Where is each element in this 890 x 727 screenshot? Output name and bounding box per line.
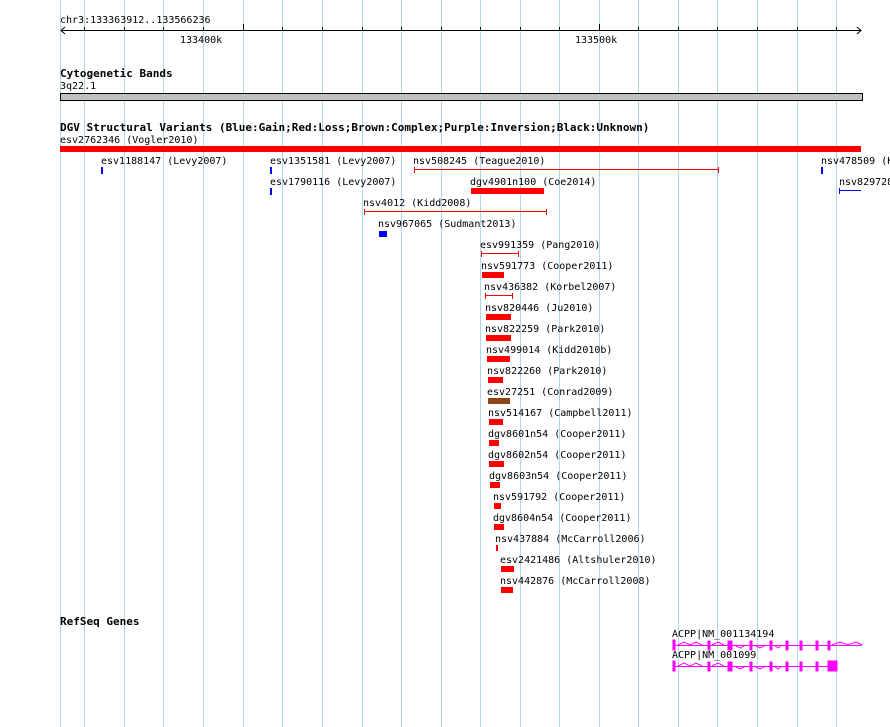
variant-label: nsv822260 (Park2010) xyxy=(487,366,608,377)
variant-feature[interactable] xyxy=(482,272,504,278)
dgv-track-title: DGV Structural Variants (Blue:Gain;Red:L… xyxy=(60,121,650,134)
variant-label: nsv591773 (Cooper2011) xyxy=(481,261,614,272)
variant-label: esv2421486 (Altshuler2010) xyxy=(500,555,657,566)
variant-label: nsv820446 (Ju2010) xyxy=(485,303,594,314)
cytoband-bar[interactable] xyxy=(60,93,863,101)
ruler-ticks xyxy=(84,24,837,30)
variant-label: esv27251 (Conrad2009) xyxy=(487,387,614,398)
variant-feature[interactable] xyxy=(488,377,503,383)
variant-label: dgv8601n54 (Cooper2011) xyxy=(488,429,627,440)
variant-feature[interactable] xyxy=(270,188,272,195)
ruler-tick-label: 133500k xyxy=(575,35,618,46)
variant-feature[interactable] xyxy=(501,566,514,572)
variant-feature[interactable] xyxy=(489,461,504,467)
variant-feature[interactable] xyxy=(379,231,387,237)
variant-feature[interactable] xyxy=(485,293,513,299)
refseq-track-title: RefSeq Genes xyxy=(60,615,140,628)
grid-line xyxy=(203,0,204,727)
grid-line xyxy=(163,0,164,727)
variant-label: nsv967065 (Sudmant2013) xyxy=(378,219,517,230)
variant-feature[interactable] xyxy=(489,419,503,425)
variant-label: nsv437884 (McCarroll2006) xyxy=(495,534,646,545)
variant-feature[interactable] xyxy=(494,524,504,530)
variant-label: dgv4901n100 (Coe2014) xyxy=(470,177,597,188)
grid-line xyxy=(322,0,323,727)
variant-label: nsv436382 (Korbel2007) xyxy=(484,282,617,293)
ruler-axis xyxy=(60,24,862,35)
grid-line xyxy=(678,0,679,727)
grid-line xyxy=(836,0,837,727)
genome-browser-view: chr3:133363912..133566236 133400k 133500… xyxy=(0,0,890,727)
grid-line xyxy=(638,0,639,727)
variant-feature[interactable] xyxy=(471,188,544,194)
grid-line xyxy=(757,0,758,727)
grid-line xyxy=(797,0,798,727)
variant-label: nsv508245 (Teague2010) xyxy=(413,156,546,167)
variant-feature[interactable] xyxy=(60,146,861,152)
variant-feature[interactable] xyxy=(414,167,719,173)
ruler-tick-label: 133400k xyxy=(180,35,223,46)
variant-feature[interactable] xyxy=(489,440,499,446)
grid-line xyxy=(401,0,402,727)
variant-label: esv991359 (Pang2010) xyxy=(480,240,601,251)
cytoband-track-title: Cytogenetic Bands xyxy=(60,67,173,80)
gene-model[interactable] xyxy=(670,659,870,675)
grid-line xyxy=(480,0,481,727)
variant-label: nsv822259 (Park2010) xyxy=(485,324,606,335)
variant-feature[interactable] xyxy=(839,188,861,194)
variant-label: nsv442876 (McCarroll2008) xyxy=(500,576,651,587)
grid-line xyxy=(717,0,718,727)
variant-feature[interactable] xyxy=(501,587,513,593)
grid-line xyxy=(559,0,560,727)
variant-feature[interactable] xyxy=(364,209,547,215)
grid-line xyxy=(441,0,442,727)
variant-feature[interactable] xyxy=(821,167,823,174)
variant-label: dgv8602n54 (Cooper2011) xyxy=(488,450,627,461)
variant-feature[interactable] xyxy=(481,251,519,257)
variant-label: esv2762346 (Vogler2010) xyxy=(60,135,199,146)
variant-feature[interactable] xyxy=(270,167,272,174)
variant-feature[interactable] xyxy=(488,398,510,404)
variant-label: nsv4012 (Kidd2008) xyxy=(363,198,472,209)
variant-label: nsv829728 xyxy=(839,177,890,188)
variant-label: nsv591792 (Cooper2011) xyxy=(493,492,626,503)
variant-feature[interactable] xyxy=(494,503,501,509)
grid-line xyxy=(243,0,244,727)
grid-line xyxy=(599,0,600,727)
variant-label: nsv478509 (K xyxy=(821,156,890,167)
grid-line xyxy=(362,0,363,727)
grid-line xyxy=(520,0,521,727)
variant-feature[interactable] xyxy=(490,482,500,488)
variant-label: dgv8604n54 (Cooper2011) xyxy=(493,513,632,524)
variant-label: nsv514167 (Campbell2011) xyxy=(488,408,633,419)
variant-feature[interactable] xyxy=(496,545,498,551)
variant-feature[interactable] xyxy=(487,356,510,362)
variant-feature[interactable] xyxy=(486,335,511,341)
cytoband-label: 3q22.1 xyxy=(60,81,97,92)
grid-line xyxy=(282,0,283,727)
variant-feature[interactable] xyxy=(101,167,103,174)
variant-label: esv1188147 (Levy2007) xyxy=(101,156,228,167)
variant-label: esv1790116 (Levy2007) xyxy=(270,177,397,188)
variant-label: nsv499014 (Kidd2010b) xyxy=(486,345,613,356)
variant-label: dgv8603n54 (Cooper2011) xyxy=(489,471,628,482)
variant-label: esv1351581 (Levy2007) xyxy=(270,156,397,167)
variant-feature[interactable] xyxy=(486,314,511,320)
